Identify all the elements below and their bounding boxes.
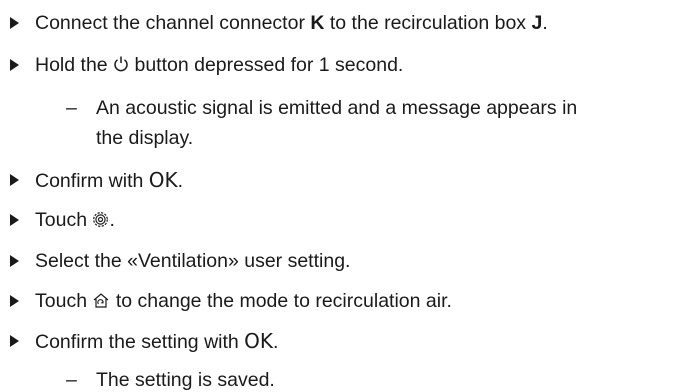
ok-label: OK xyxy=(148,168,178,192)
bullet-arrow-icon xyxy=(10,17,19,29)
result-dash: – xyxy=(66,369,77,391)
recirculation-icon xyxy=(92,291,110,315)
label-j: J xyxy=(531,12,543,34)
step-text: Touch . xyxy=(35,208,115,234)
result-text-line2: the display. xyxy=(96,127,194,149)
bullet-arrow-icon xyxy=(10,214,19,226)
step-text: Select the «Ventilation» user setting. xyxy=(35,250,351,272)
power-icon xyxy=(113,55,129,79)
step-text: Confirm the setting with OK. xyxy=(35,329,279,353)
bullet-arrow-icon xyxy=(10,335,19,347)
step-text: Connect the channel connector K to the r… xyxy=(35,12,548,34)
bullet-arrow-icon xyxy=(10,59,19,71)
settings-icon xyxy=(92,210,109,234)
bullet-arrow-icon xyxy=(10,255,19,267)
step-text: Confirm with OK. xyxy=(35,168,184,192)
result-text-line1: An acoustic signal is emitted and a mess… xyxy=(96,97,578,119)
ok-label: OK xyxy=(244,329,274,353)
bullet-arrow-icon xyxy=(10,295,19,307)
label-k: K xyxy=(310,12,325,34)
result-text: The setting is saved. xyxy=(96,369,275,391)
result-acoustic-signal: – An acoustic signal is emitted and a me… xyxy=(0,96,690,149)
result-dash: – xyxy=(66,97,77,119)
instruction-list: Connect the channel connector K to the r… xyxy=(0,0,690,392)
step-text: Hold the button depressed for 1 second. xyxy=(35,53,403,79)
step-text: Touch to change the mode to recirculatio… xyxy=(35,289,452,315)
bullet-arrow-icon xyxy=(10,174,19,186)
